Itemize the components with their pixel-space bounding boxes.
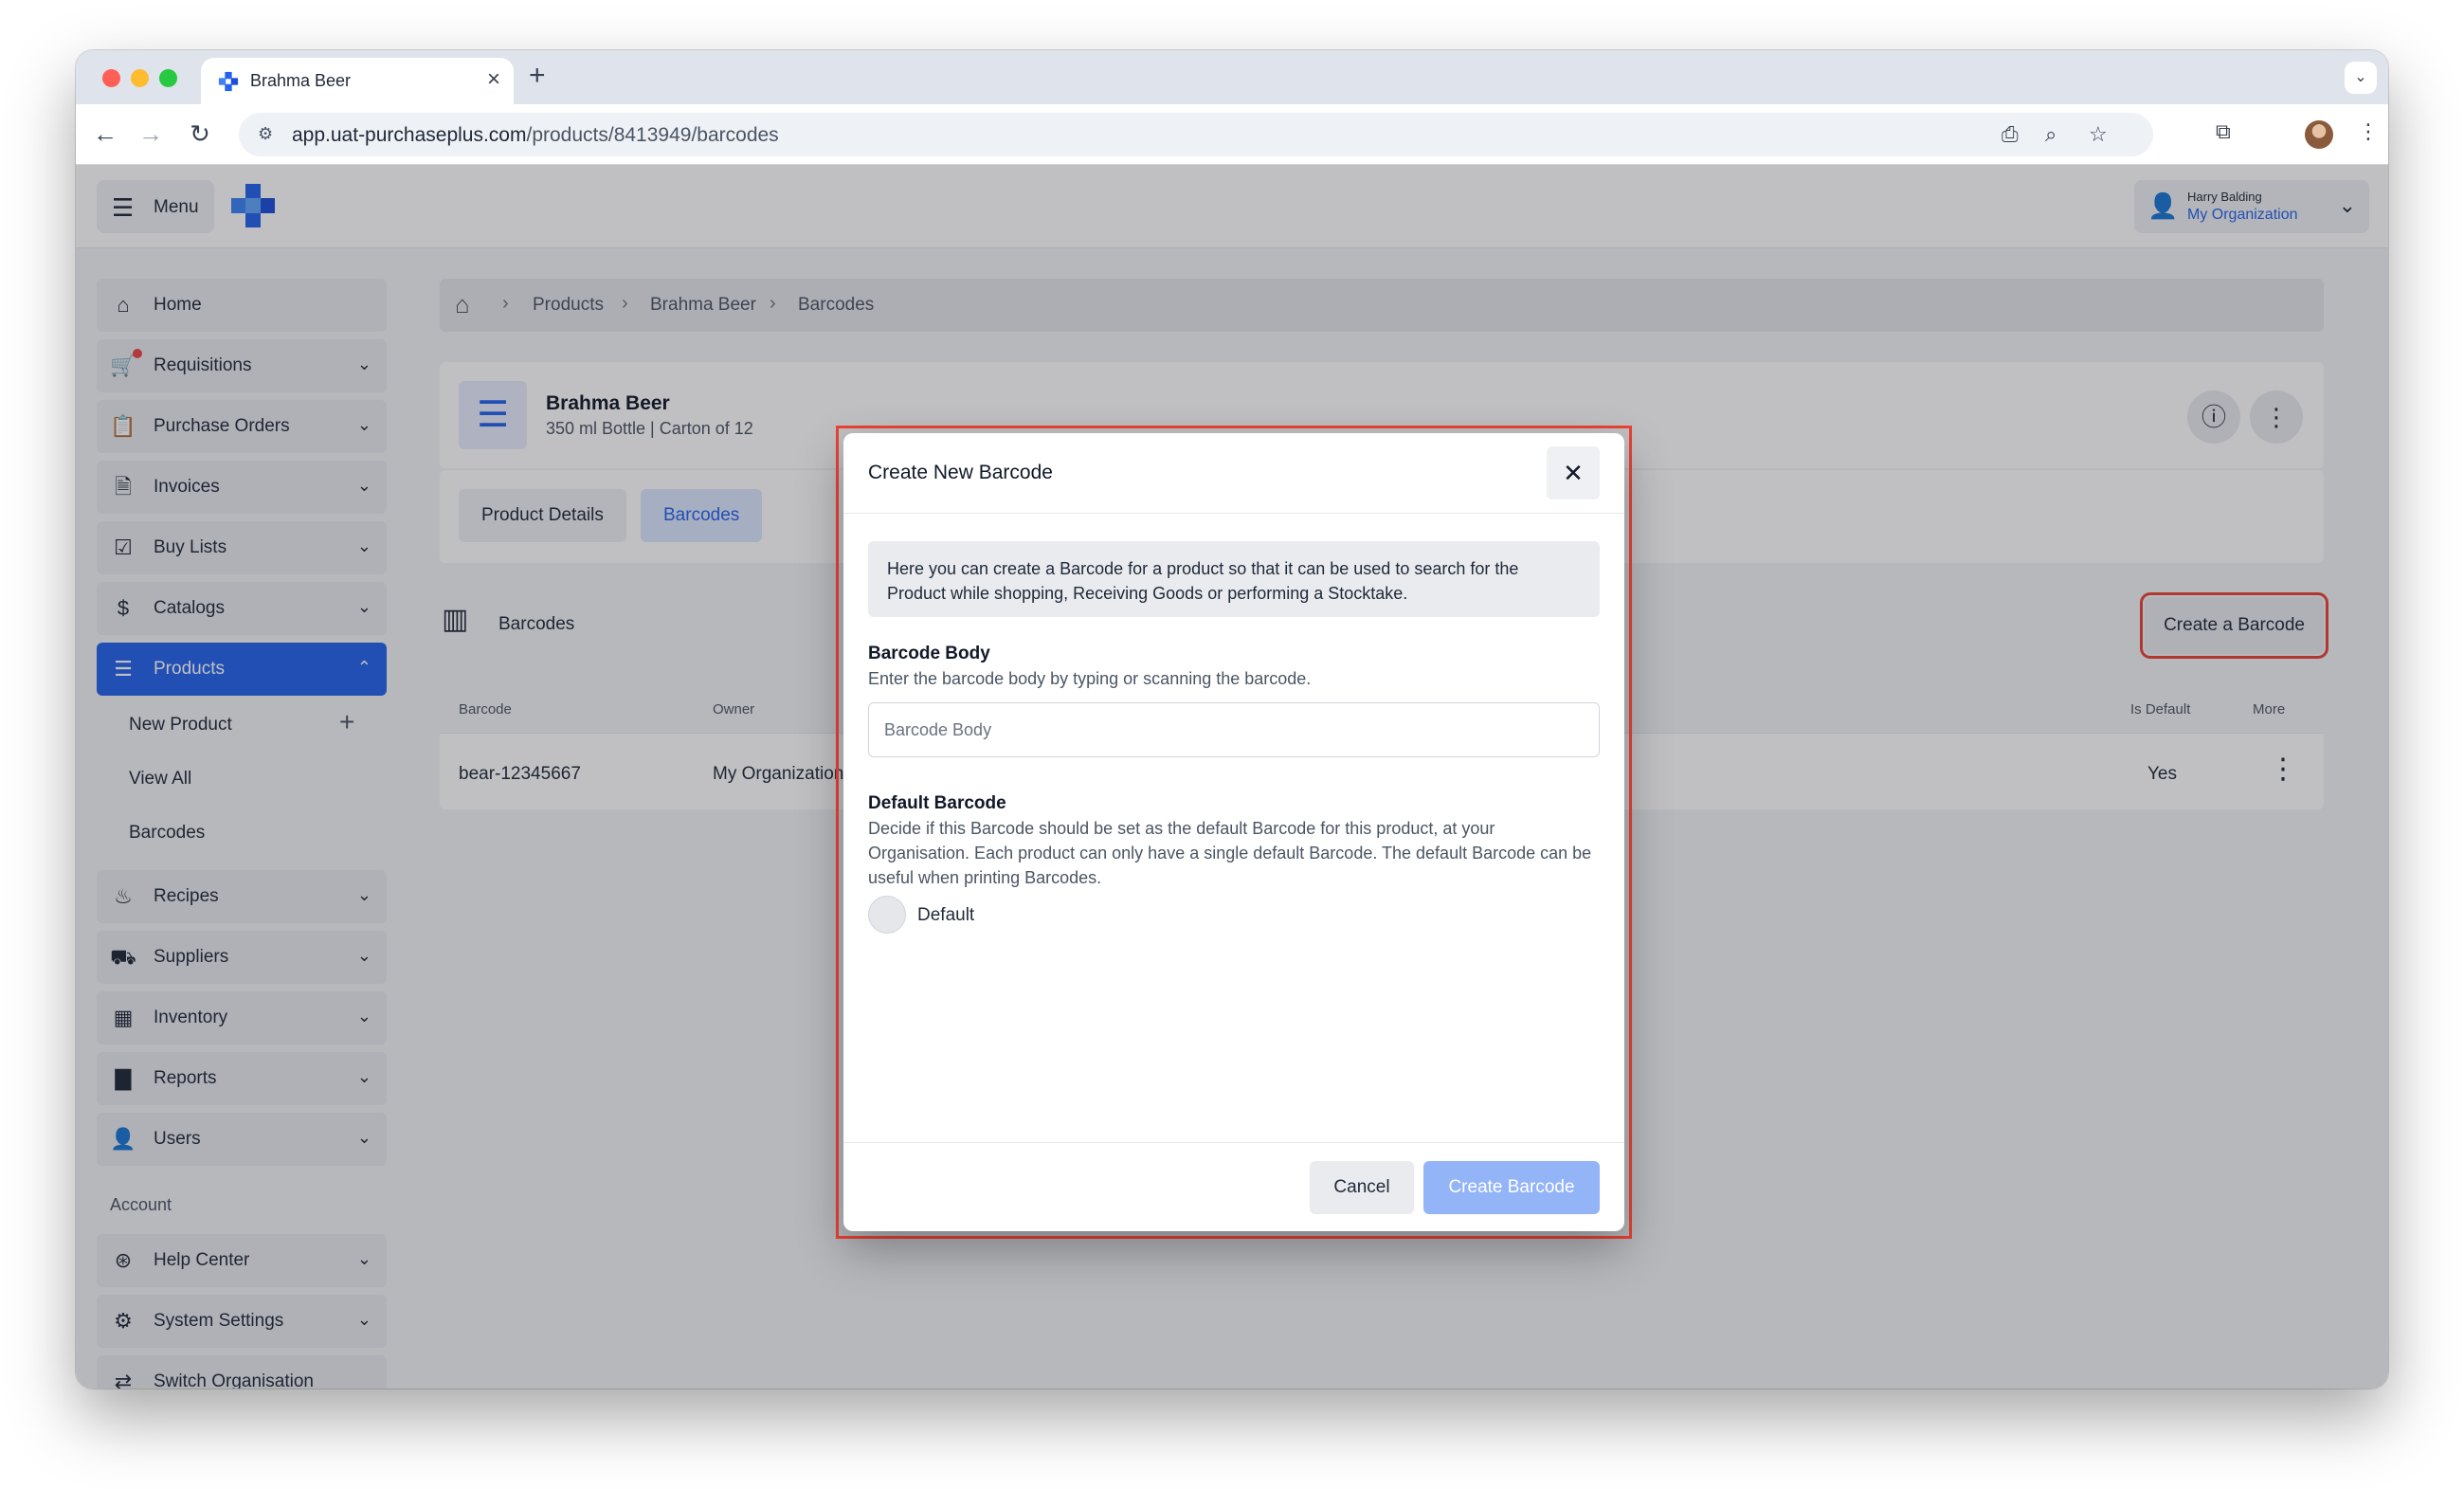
address-bar[interactable]: ⚙ app.uat-purchaseplus.com/products/8413… xyxy=(239,113,2153,156)
app-root: ☰ Menu 👤 Harry Balding My Organization ⌄… xyxy=(76,165,2388,1389)
url-text: app.uat-purchaseplus.com/products/841394… xyxy=(292,124,779,147)
default-toggle[interactable] xyxy=(868,896,906,934)
back-arrow-icon[interactable]: ← xyxy=(89,118,121,150)
browser-tab[interactable]: Brahma Beer × xyxy=(201,58,514,104)
maximize-window-button[interactable] xyxy=(159,69,177,87)
bookmark-star-icon[interactable]: ☆ xyxy=(2089,122,2108,147)
barcode-body-help: Enter the barcode body by typing or scan… xyxy=(868,669,1312,688)
browser-tab-title: Brahma Beer xyxy=(250,71,352,90)
new-tab-icon[interactable]: + xyxy=(529,60,546,92)
browser-toolbar: ← → ↻ ⚙ app.uat-purchaseplus.com/product… xyxy=(76,104,2388,165)
browser-window: Brahma Beer × + ⌄ ← → ↻ ⚙ app.uat-purcha… xyxy=(76,50,2388,1389)
modal-footer-divider xyxy=(843,1142,1624,1143)
create-barcode-modal: Create New Barcode ✕ Here you can create… xyxy=(843,433,1624,1231)
url-path: /products/8413949/barcodes xyxy=(526,124,779,146)
install-app-icon[interactable]: ⎙ xyxy=(2002,122,2019,147)
url-host: app.uat-purchaseplus.com xyxy=(292,124,527,146)
tab-search-icon[interactable]: ⌄ xyxy=(2345,62,2377,94)
default-barcode-label: Default Barcode xyxy=(868,793,1006,813)
browser-profile-avatar[interactable] xyxy=(2305,120,2333,149)
minimize-window-button[interactable] xyxy=(131,69,149,87)
zoom-icon[interactable]: ⌕ xyxy=(2045,122,2056,147)
close-tab-icon[interactable]: × xyxy=(487,66,500,93)
modal-info-box: Here you can create a Barcode for a prod… xyxy=(868,541,1600,617)
close-window-button[interactable] xyxy=(102,69,120,87)
purchaseplus-favicon-icon xyxy=(218,71,239,92)
cancel-button[interactable]: Cancel xyxy=(1310,1161,1414,1214)
extensions-puzzle-icon[interactable]: ⧉ xyxy=(2216,119,2231,144)
forward-arrow-icon[interactable]: → xyxy=(135,118,167,150)
barcode-body-input[interactable] xyxy=(868,702,1600,757)
reload-icon[interactable]: ↻ xyxy=(184,118,216,150)
close-icon[interactable]: ✕ xyxy=(1547,446,1600,499)
modal-title: Create New Barcode xyxy=(868,462,1053,483)
default-toggle-label: Default xyxy=(917,905,975,925)
default-barcode-help: Decide if this Barcode should be set as … xyxy=(868,819,1592,887)
barcode-body-label: Barcode Body xyxy=(868,644,990,663)
tab-strip: Brahma Beer × + ⌄ xyxy=(76,50,2388,104)
browser-menu-icon[interactable]: ⋮ xyxy=(2358,119,2379,144)
site-settings-icon[interactable]: ⚙ xyxy=(258,124,273,144)
modal-divider xyxy=(843,513,1624,514)
create-barcode-submit-button[interactable]: Create Barcode xyxy=(1423,1161,1600,1214)
